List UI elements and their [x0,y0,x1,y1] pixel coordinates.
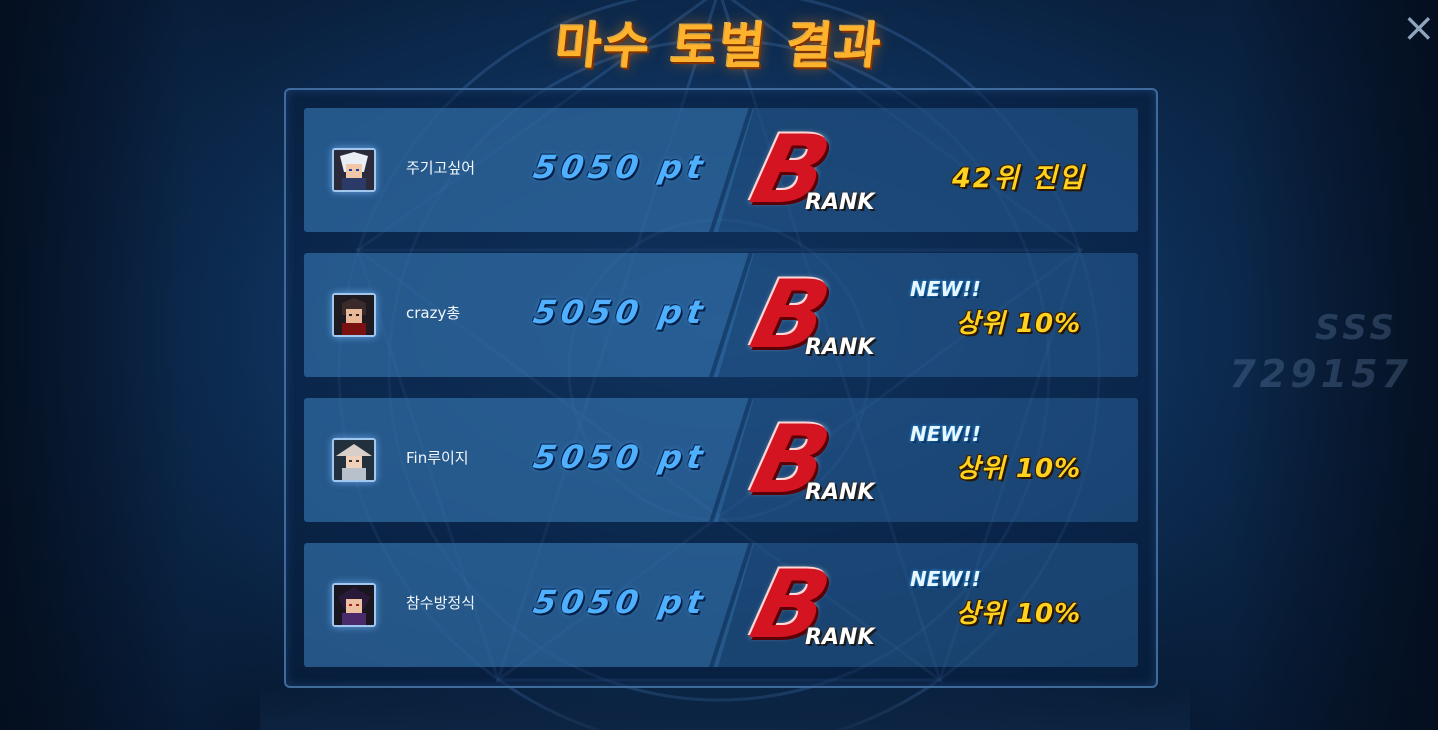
player-name: 참수방정식 [406,594,476,612]
result-row: crazy총 5050 pt B RANK NEW!! 상위 10% [304,253,1138,377]
score-points: 5050 pt [530,293,711,331]
ranking-entry-text: 42위 진입 [952,163,1086,194]
title-container: 마수 토벌 결과 [0,6,1438,78]
results-panel: 주기고싶어 5050 pt B RANK 42위 진입 crazy총 5050 … [284,88,1158,688]
bottom-hud-shadow [260,686,1190,730]
result-row: 주기고싶어 5050 pt B RANK 42위 진입 [304,108,1138,232]
result-row: 참수방정식 5050 pt B RANK NEW!! 상위 10% [304,543,1138,667]
score-points: 5050 pt [530,148,711,186]
background-rank-text: SSS [1314,308,1398,348]
result-row: Fin루이지 5050 pt B RANK NEW!! 상위 10% [304,398,1138,522]
page-title: 마수 토벌 결과 [552,17,886,75]
player-name: crazy총 [406,304,461,322]
player-name: 주기고싶어 [406,159,476,177]
new-badge: NEW!! [910,422,981,446]
rank-badge: B RANK [741,116,899,225]
rank-badge: B RANK [741,406,899,515]
top-percent-text: 상위 10% [956,454,1082,484]
character-avatar-icon [332,583,376,627]
rank-word: RANK [805,190,875,215]
background-score-text: 729157 [1229,352,1412,396]
score-points: 5050 pt [530,438,711,476]
top-percent-text: 상위 10% [956,309,1082,339]
new-badge: NEW!! [910,567,981,591]
rank-word: RANK [805,625,875,650]
rank-word: RANK [805,335,875,360]
player-name: Fin루이지 [406,449,469,467]
character-avatar-icon [332,293,376,337]
score-points: 5050 pt [530,583,711,621]
rank-word: RANK [805,480,875,505]
character-avatar-icon [332,148,376,192]
rank-badge: B RANK [741,261,899,370]
top-percent-text: 상위 10% [956,599,1082,629]
character-avatar-icon [332,438,376,482]
new-badge: NEW!! [910,277,981,301]
rank-badge: B RANK [741,551,899,660]
